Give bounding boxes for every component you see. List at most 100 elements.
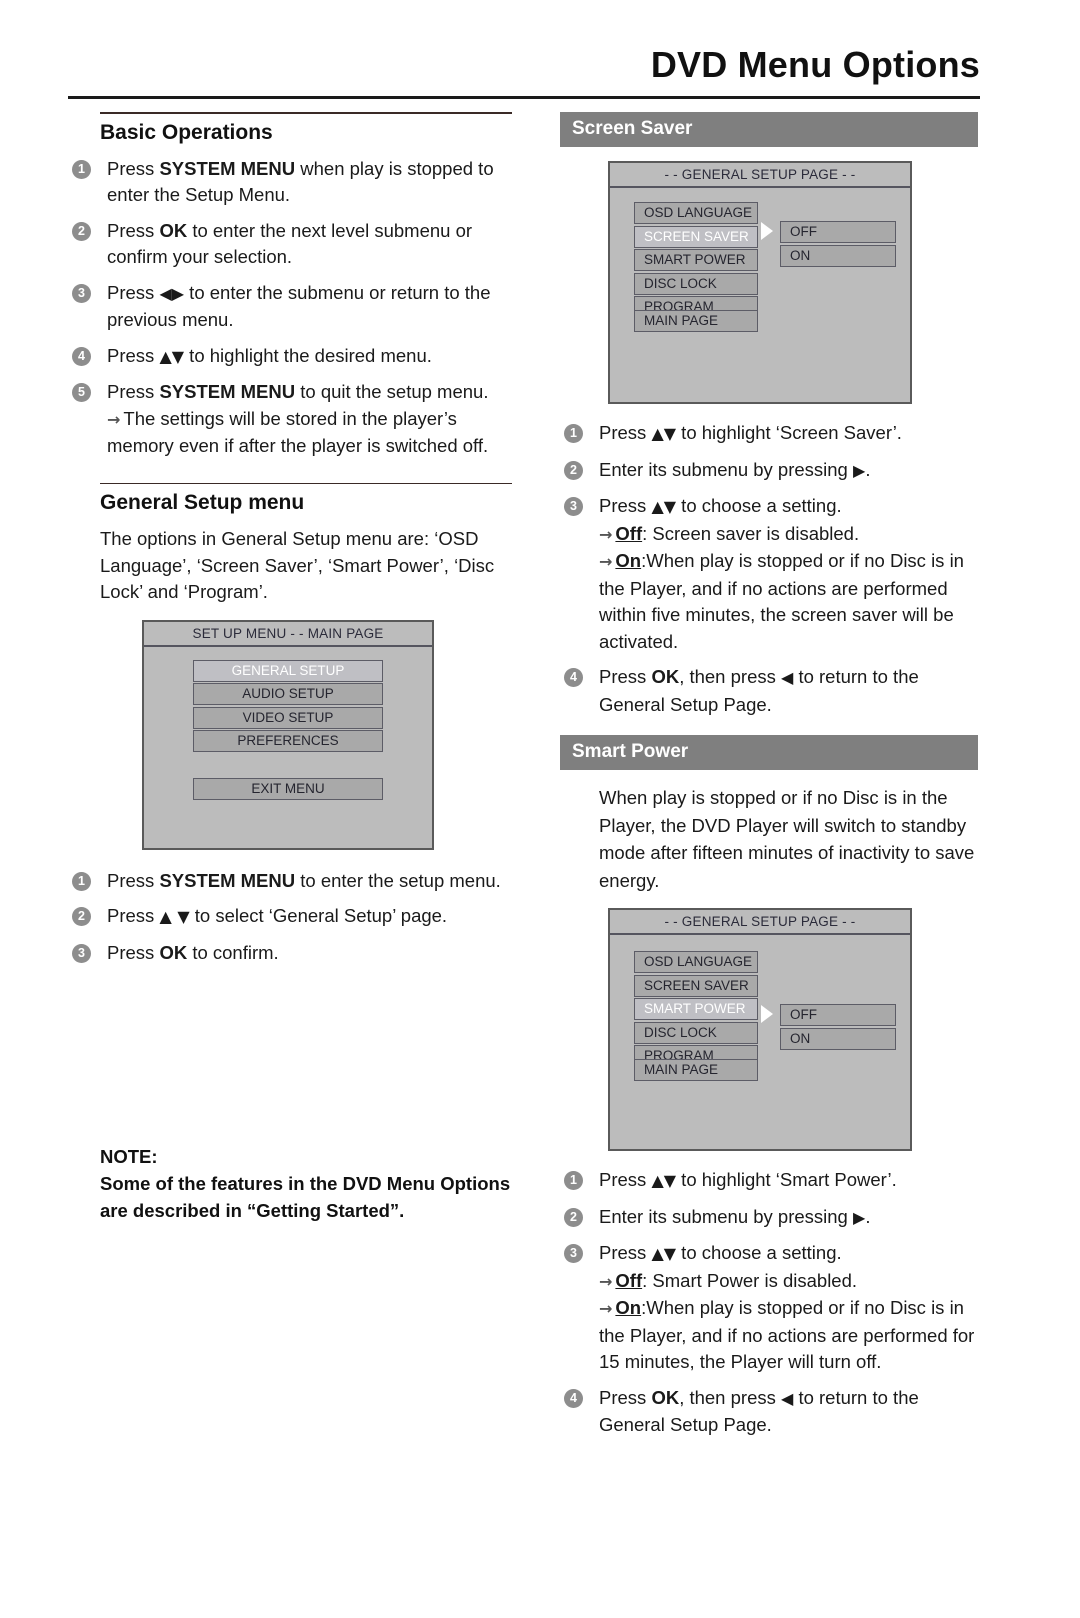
left-column: Basic Operations 1 Press SYSTEM MENU whe…	[68, 112, 520, 1224]
step-text-b: to choose a setting.	[676, 495, 842, 516]
step-number: 3	[564, 497, 583, 516]
step-text-b: to highlight ‘Screen Saver’.	[676, 422, 902, 443]
arrow-left-triangle-icon: ◀	[781, 1388, 794, 1408]
list-item: 2 Press ▲ ▼ to select ‘General Setup’ pa…	[68, 903, 520, 931]
step-number: 1	[72, 871, 91, 891]
osd-submenu-list: OFF ON	[780, 221, 896, 268]
step-keyword: OK	[159, 941, 188, 963]
step-text-a: Press	[107, 219, 160, 241]
osd-item-smart-power[interactable]: SMART POWER	[634, 998, 758, 1020]
step-text-b: .	[865, 458, 871, 480]
step-text-a: Press	[599, 422, 652, 443]
setting-desc-on: :When play is stopped or if no Disc is i…	[599, 550, 964, 652]
osd-title: - - GENERAL SETUP PAGE - -	[610, 163, 910, 188]
step-number: 1	[564, 1171, 583, 1190]
up-down-arrow-icon: ▲▼	[651, 424, 677, 443]
general-setup-intro: The options in General Setup menu are: ‘…	[100, 528, 495, 602]
step-text-b: , then press	[679, 666, 781, 687]
list-item: 1 Press ▲▼ to highlight ‘Screen Saver’.	[560, 420, 984, 448]
arrow-right-icon: →	[599, 552, 613, 571]
osd-item-main-page[interactable]: MAIN PAGE	[634, 310, 758, 332]
step-number: 2	[72, 907, 91, 926]
caret-right-icon	[761, 1005, 773, 1023]
step-text-a: Press	[107, 941, 160, 963]
setting-label-on: On	[615, 1297, 642, 1318]
osd-setup-main-page: SET UP MENU - - MAIN PAGE GENERAL SETUP …	[142, 619, 434, 850]
page-header: DVD Menu Options	[68, 34, 980, 96]
arrow-right-triangle-icon: ▶	[853, 460, 866, 480]
step-text-a: Press	[107, 905, 160, 926]
arrow-right-icon: →	[599, 1271, 613, 1291]
step-text-b: to confirm.	[187, 941, 279, 963]
osd-submenu-list: OFF ON	[780, 1004, 896, 1051]
list-item: 4 Press OK, then press ◀ to return to th…	[560, 664, 984, 718]
step-keyword: SYSTEM MENU	[159, 869, 296, 891]
osd-item-preferences[interactable]: PREFERENCES	[193, 730, 383, 752]
setting-desc-on: :When play is stopped or if no Disc is i…	[599, 1297, 975, 1372]
osd-menu-list: GENERAL SETUP AUDIO SETUP VIDEO SETUP PR…	[193, 659, 383, 752]
list-item: 3 Press ▲▼ to choose a setting. → Off: Sm…	[560, 1240, 984, 1376]
osd-item-general-setup[interactable]: GENERAL SETUP	[193, 659, 383, 682]
step-keyword: SYSTEM MENU	[159, 381, 296, 402]
step-text-a: Press	[107, 157, 160, 179]
osd-item-osd-language[interactable]: OSD LANGUAGE	[634, 202, 758, 224]
osd-item-disc-lock[interactable]: DISC LOCK	[634, 1021, 758, 1044]
step-text-a: Press	[599, 1386, 652, 1408]
step-number: 4	[72, 346, 91, 366]
list-item: 5 Press SYSTEM MENU to quit the setup me…	[68, 379, 520, 460]
step-sub-on: → On:When play is stopped or if no Disc i…	[599, 548, 984, 655]
osd-option-off[interactable]: OFF	[780, 1004, 896, 1026]
osd-item-exit-menu[interactable]: EXIT MENU	[193, 778, 383, 800]
step-text-b: to highlight the desired menu.	[184, 344, 432, 366]
osd-main-page-wrapper: MAIN PAGE	[634, 310, 758, 332]
list-item: 2 Press OK to enter the next level subme…	[68, 218, 520, 271]
osd-item-screen-saver[interactable]: SCREEN SAVER	[634, 225, 758, 248]
step-text-a: Press	[599, 1169, 652, 1190]
step-number: 3	[72, 283, 91, 303]
step-number: 3	[72, 943, 91, 963]
osd-option-off[interactable]: OFF	[780, 221, 896, 243]
screen-saver-banner: Screen Saver	[560, 112, 978, 147]
up-down-arrow-icon: ▲▼	[651, 1244, 677, 1263]
osd-body: GENERAL SETUP AUDIO SETUP VIDEO SETUP PR…	[144, 659, 432, 800]
setting-label-off: Off	[615, 522, 643, 544]
osd-option-on[interactable]: ON	[780, 1027, 896, 1050]
osd-menu-list: OSD LANGUAGE SCREEN SAVER SMART POWER DI…	[634, 202, 758, 320]
step-text-a: Press	[599, 495, 652, 516]
smart-power-intro: When play is stopped or if no Disc is in…	[599, 787, 975, 891]
step-text-b: to quit the setup menu.	[295, 381, 489, 402]
page-title: DVD Menu Options	[650, 44, 980, 85]
up-down-arrow-icon: ▲▼	[159, 346, 185, 366]
osd-item-smart-power[interactable]: SMART POWER	[634, 249, 758, 271]
step-sub-text: The settings will be stored in the playe…	[107, 407, 489, 457]
setting-label-on: On	[615, 550, 642, 571]
list-item: 3 Press OK to confirm.	[68, 940, 520, 967]
general-setup-heading: General Setup menu	[100, 491, 305, 514]
osd-menu-list: OSD LANGUAGE SCREEN SAVER SMART POWER DI…	[634, 951, 758, 1069]
step-sub-note: → The settings will be stored in the play…	[107, 406, 520, 460]
osd-item-main-page[interactable]: MAIN PAGE	[634, 1059, 758, 1081]
step-text-a: Enter its submenu by pressing	[599, 1205, 853, 1227]
list-item: 2 Enter its submenu by pressing ▶.	[560, 1204, 984, 1232]
note-block: NOTE: Some of the features in the DVD Me…	[100, 1143, 520, 1224]
step-text-a: Press	[599, 1242, 652, 1263]
osd-item-osd-language[interactable]: OSD LANGUAGE	[634, 951, 758, 973]
up-down-arrow-icon: ▲▼	[651, 497, 677, 516]
osd-item-video-setup[interactable]: VIDEO SETUP	[193, 706, 383, 729]
osd-option-on[interactable]: ON	[780, 244, 896, 267]
arrow-right-icon: →	[599, 524, 613, 544]
step-number: 2	[564, 460, 583, 480]
osd-general-setup-page-screen-saver: - - GENERAL SETUP PAGE - - OSD LANGUAGE …	[608, 161, 912, 404]
osd-item-screen-saver[interactable]: SCREEN SAVER	[634, 974, 758, 997]
step-keyword: OK	[651, 1386, 680, 1408]
osd-item-audio-setup[interactable]: AUDIO SETUP	[193, 683, 383, 705]
step-text-a: Press	[107, 281, 160, 303]
step-text-b: , then press	[679, 1386, 781, 1408]
step-text-a: Press	[107, 869, 160, 891]
osd-item-disc-lock[interactable]: DISC LOCK	[634, 272, 758, 295]
osd-title: - - GENERAL SETUP PAGE - -	[610, 910, 910, 935]
note-body: Some of the features in the DVD Menu Opt…	[100, 1173, 511, 1221]
step-text-b: to enter the setup menu.	[295, 869, 501, 891]
osd-general-setup-page-smart-power: - - GENERAL SETUP PAGE - - OSD LANGUAGE …	[608, 908, 912, 1151]
list-item: 1 Press SYSTEM MENU when play is stopped…	[68, 156, 520, 209]
